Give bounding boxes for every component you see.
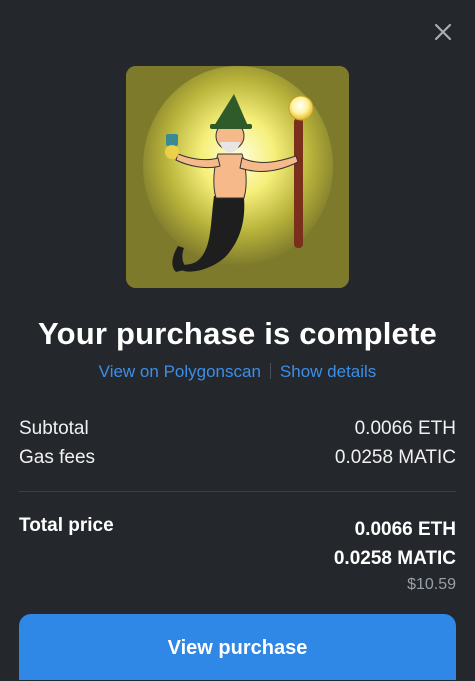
close-icon [434, 23, 452, 41]
total-price-values: 0.0066 ETH 0.0258 MATIC $10.59 [334, 515, 456, 597]
total-usd-value: $10.59 [407, 576, 456, 593]
subtotal-row: Subtotal 0.0066 ETH [19, 418, 456, 440]
link-divider [269, 363, 271, 379]
total-eth-value: 0.0066 ETH [354, 519, 456, 540]
view-on-polygonscan-link[interactable]: View on Polygonscan [99, 362, 261, 381]
links-row: View on Polygonscan Show details [0, 362, 475, 382]
subtotal-value: 0.0066 ETH [354, 418, 456, 439]
gas-fees-row: Gas fees 0.0258 MATIC [19, 447, 456, 469]
subtotal-label: Subtotal [19, 418, 89, 439]
gas-fees-label: Gas fees [19, 447, 96, 468]
total-price-label: Total price [19, 515, 114, 536]
view-purchase-button[interactable]: View purchase [19, 614, 456, 680]
gas-fees-value: 0.0258 MATIC [334, 447, 456, 468]
page-title: Your purchase is complete [38, 316, 437, 351]
show-details-link[interactable]: Show details [280, 362, 376, 381]
wizard-mermaid-artwork [126, 66, 349, 288]
nft-image [126, 66, 349, 288]
divider [19, 491, 456, 492]
close-button[interactable] [431, 20, 455, 44]
total-matic-value: 0.0258 MATIC [333, 548, 456, 569]
